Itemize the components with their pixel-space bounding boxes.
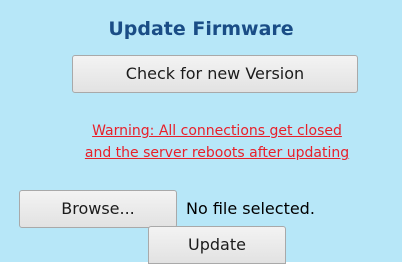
check-new-version-button[interactable]: Check for new Version <box>72 55 358 93</box>
file-status-label: No file selected. <box>186 199 315 218</box>
warning-line-1: Warning: All connections get closed <box>92 123 342 139</box>
warning-line-2: and the server reboots after updating <box>84 145 350 161</box>
browse-button[interactable]: Browse... <box>19 190 177 228</box>
warning-message: Warning: All connections get closed and … <box>0 120 408 164</box>
page-title: Update Firmware <box>108 18 294 40</box>
firmware-update-panel: Update Firmware Check for new Version Wa… <box>0 0 402 264</box>
update-button[interactable]: Update <box>148 226 286 264</box>
